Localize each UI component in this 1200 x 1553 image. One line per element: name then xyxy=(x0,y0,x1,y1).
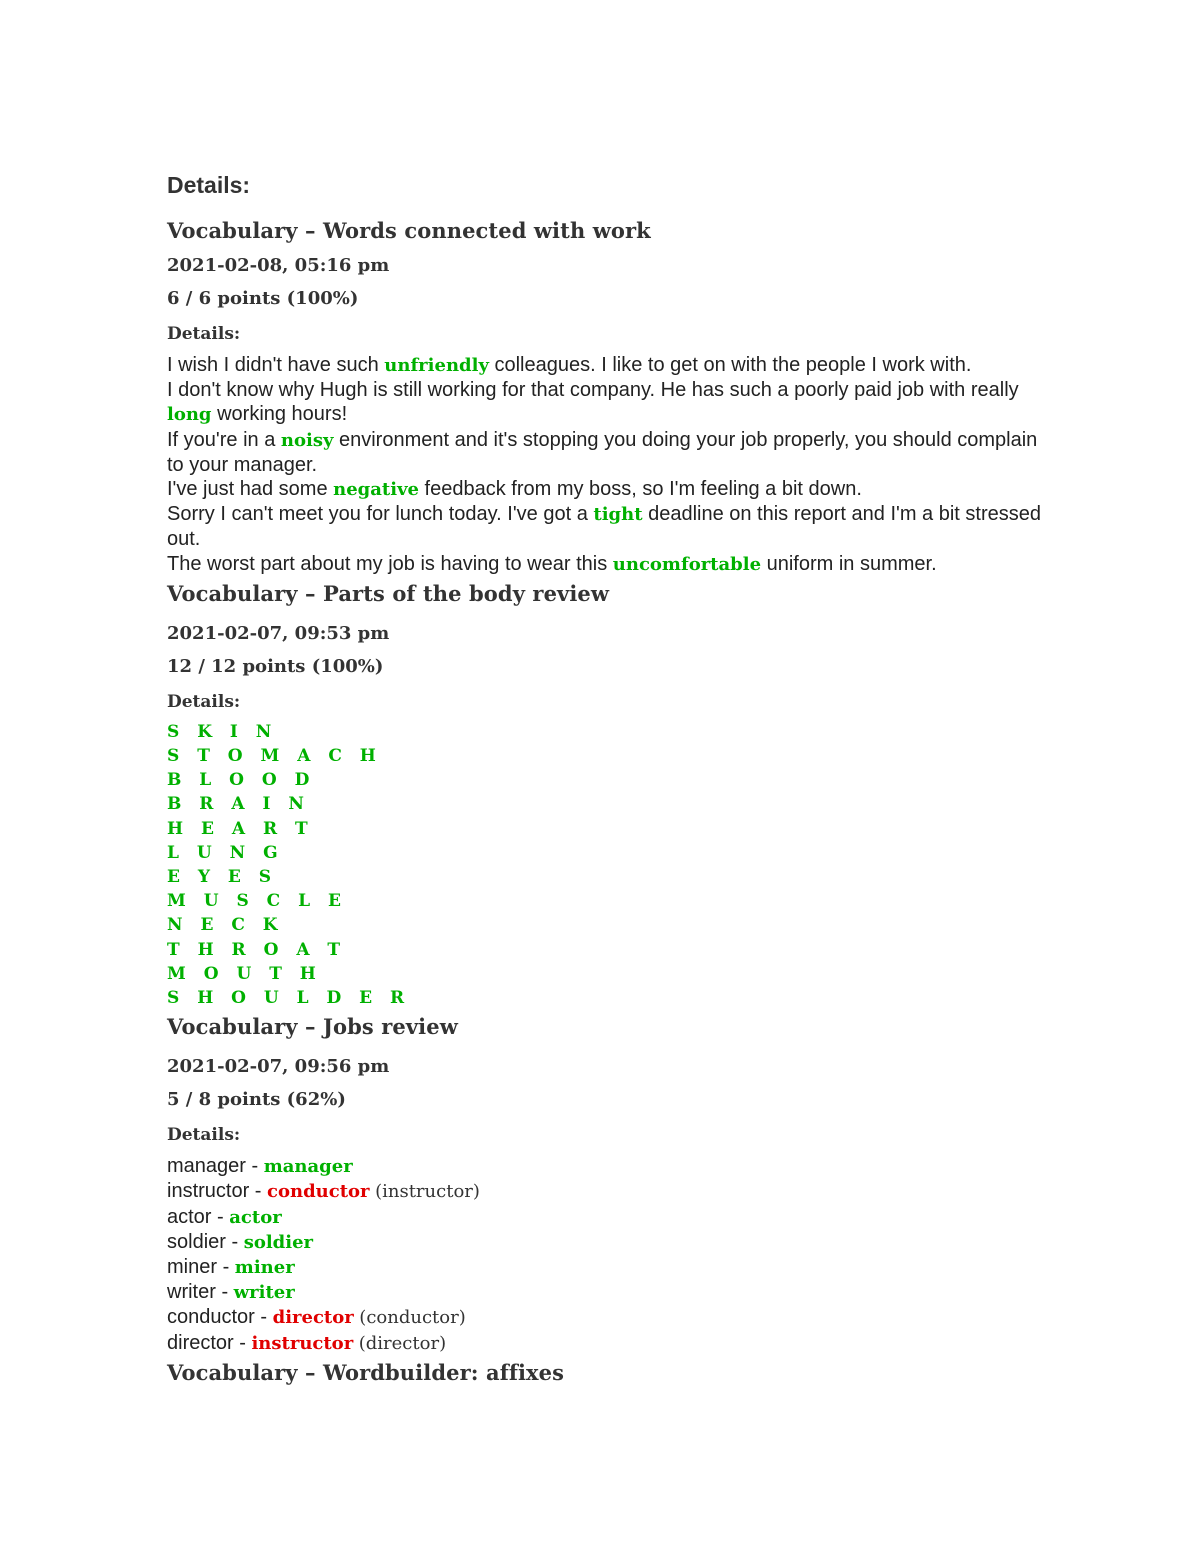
answer-row: actor - actor xyxy=(167,1205,1047,1230)
expected-answer: (instructor) xyxy=(375,1181,480,1203)
sentence-text: feedback from my boss, so I'm feeling a … xyxy=(418,478,862,501)
expected-answer: (conductor) xyxy=(359,1307,466,1329)
section-wordbuilder-affixes: Vocabulary – Wordbuilder: affixes xyxy=(167,1358,1047,1388)
prompt-word: manager - xyxy=(167,1155,264,1178)
given-answer-correct: miner xyxy=(234,1257,295,1279)
given-answer-incorrect: conductor xyxy=(267,1181,370,1203)
body-word: N E C K xyxy=(167,915,284,936)
sentence: Sorry I can't meet you for lunch today. … xyxy=(167,502,1047,551)
answer-row: miner - miner xyxy=(167,1255,1047,1280)
body-word: L U N G xyxy=(167,842,284,863)
prompt-word: instructor - xyxy=(167,1180,268,1203)
answer-row: manager - manager xyxy=(167,1154,1047,1179)
section-date: 2021-02-08, 05:16 pm xyxy=(167,255,390,276)
body-word: S T O M A C H xyxy=(167,746,382,767)
section-score: 12 / 12 points (100%) xyxy=(167,655,384,677)
word-list: S K I N S T O M A C H B L O O D B R A I … xyxy=(167,720,1047,1010)
correct-answer: unfriendly xyxy=(384,355,489,376)
body-word: B L O O D xyxy=(167,770,316,791)
section-date: 2021-02-07, 09:56 pm xyxy=(167,1056,390,1078)
body-word: M O U T H xyxy=(167,963,322,984)
given-answer-incorrect: director xyxy=(272,1307,354,1329)
correct-answer: uncomfortable xyxy=(612,553,762,575)
section-title: Vocabulary – Wordbuilder: affixes xyxy=(167,1359,565,1385)
sentence-text: I've just had some xyxy=(167,478,334,501)
sentence: If you're in a noisy environment and it'… xyxy=(167,428,1047,477)
sentence-text: I don't know why Hugh is still working f… xyxy=(167,379,1019,402)
body-word: M U S C L E xyxy=(167,891,347,912)
section-jobs-review: Vocabulary – Jobs review 2021-02-07, 09:… xyxy=(167,1012,1047,1356)
document-page: Details: Vocabulary – Words connected wi… xyxy=(167,168,1047,1388)
prompt-word: actor - xyxy=(167,1205,230,1228)
section-score: 5 / 8 points (62%) xyxy=(167,1089,346,1111)
body-word: T H R O A T xyxy=(167,939,347,960)
given-answer-correct: actor xyxy=(229,1206,282,1228)
answer-row: director - instructor (director) xyxy=(167,1331,1047,1356)
sentence-text: If you're in a xyxy=(167,428,281,451)
sentence: I don't know why Hugh is still working f… xyxy=(167,378,1047,427)
sentence-text: The worst part about my job is having to… xyxy=(167,552,613,575)
prompt-word: miner - xyxy=(167,1256,235,1279)
section-score: 6 / 6 points (100%) xyxy=(167,288,359,309)
section-parts-of-the-body: Vocabulary – Parts of the body review 20… xyxy=(167,579,1047,1010)
section-words-connected-with-work: Vocabulary – Words connected with work 2… xyxy=(167,216,1047,577)
section-title: Vocabulary – Words connected with work xyxy=(167,218,651,243)
correct-answer: tight xyxy=(593,504,643,526)
section-date: 2021-02-07, 09:53 pm xyxy=(167,622,390,644)
sentence: I've just had some negative feedback fro… xyxy=(167,477,1047,502)
details-label: Details: xyxy=(167,1125,241,1146)
answer-row: conductor - director (conductor) xyxy=(167,1305,1047,1330)
given-answer-correct: manager xyxy=(263,1156,353,1178)
answer-list: manager - manager instructor - conductor… xyxy=(167,1154,1047,1356)
answer-row: writer - writer xyxy=(167,1280,1047,1305)
sentence: I wish I didn't have such unfriendly col… xyxy=(167,353,1047,378)
body-word: S K I N xyxy=(167,721,278,742)
section-title: Vocabulary – Jobs review xyxy=(167,1014,458,1040)
body-word: S H O U L D E R xyxy=(167,988,411,1009)
sentence-text: working hours! xyxy=(211,403,348,426)
body-word: E Y E S xyxy=(167,867,278,888)
section-title: Vocabulary – Parts of the body review xyxy=(167,580,610,606)
correct-answer: long xyxy=(167,404,212,426)
details-label: Details: xyxy=(167,324,241,344)
details-label: Details: xyxy=(167,691,241,712)
given-answer-correct: soldier xyxy=(243,1231,314,1253)
given-answer-incorrect: instructor xyxy=(251,1332,354,1354)
expected-answer: (director) xyxy=(358,1332,447,1354)
body-word: H E A R T xyxy=(167,818,314,839)
top-heading: Details: xyxy=(167,172,251,198)
prompt-word: director - xyxy=(167,1331,252,1354)
sentence-text: Sorry I can't meet you for lunch today. … xyxy=(167,503,594,526)
prompt-word: conductor - xyxy=(167,1306,273,1329)
correct-answer: noisy xyxy=(280,429,334,451)
sentence: The worst part about my job is having to… xyxy=(167,552,1047,577)
answer-row: soldier - soldier xyxy=(167,1230,1047,1255)
answer-row: instructor - conductor (instructor) xyxy=(167,1179,1047,1204)
body-word: B R A I N xyxy=(167,794,310,815)
sentence-text: colleagues. I like to get on with the pe… xyxy=(488,354,972,376)
sentence-text: uniform in summer. xyxy=(761,552,937,575)
sentence-text: I wish I didn't have such xyxy=(167,354,385,376)
sentence-list: I wish I didn't have such unfriendly col… xyxy=(167,353,1047,577)
correct-answer: negative xyxy=(333,479,419,501)
given-answer-correct: writer xyxy=(233,1282,295,1304)
prompt-word: writer - xyxy=(167,1281,234,1304)
prompt-word: soldier - xyxy=(167,1230,244,1253)
